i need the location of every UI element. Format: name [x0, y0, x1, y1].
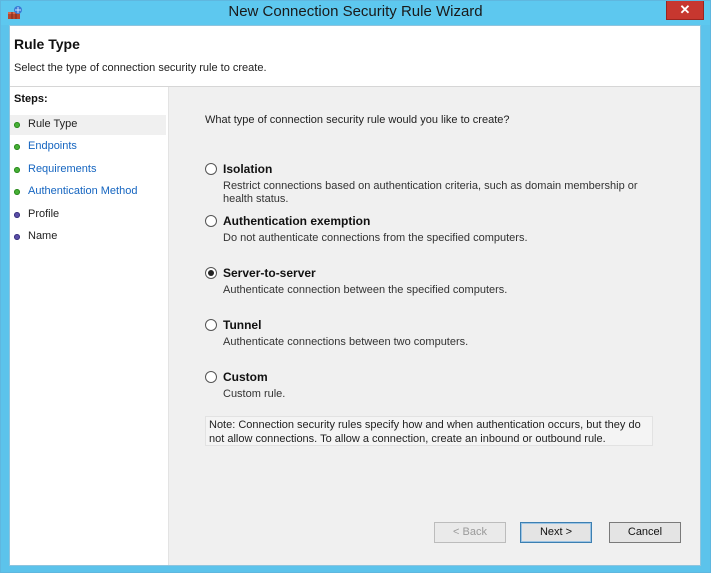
step-label[interactable]: Endpoints [28, 140, 77, 152]
back-button[interactable]: < Back [434, 522, 506, 543]
step-label: Name [28, 230, 58, 242]
step-complete-icon [14, 189, 20, 195]
step-pending-icon [14, 212, 20, 218]
radio-server-to-server[interactable] [205, 267, 217, 279]
page-header: Rule Type Select the type of connection … [10, 26, 700, 87]
close-icon: ✕ [679, 2, 691, 17]
step-profile: Profile [10, 205, 166, 225]
option-description: Restrict connections based on authentica… [223, 180, 638, 205]
radio-isolation[interactable] [205, 163, 217, 175]
window-title: New Connection Security Rule Wizard [228, 3, 483, 20]
option-description: Authenticate connection between the spec… [223, 284, 508, 296]
step-label[interactable]: Authentication Method [28, 185, 137, 197]
step-complete-icon [14, 144, 20, 150]
option-title[interactable]: Custom [223, 370, 268, 384]
step-pending-icon [14, 234, 20, 240]
step-requirements[interactable]: Requirements [10, 160, 166, 180]
note-text: Note: Connection security rules specify … [205, 416, 653, 446]
option-title[interactable]: Server-to-server [223, 266, 316, 280]
step-endpoints[interactable]: Endpoints [10, 137, 166, 157]
step-name: Name [10, 227, 166, 247]
wizard-window: New Connection Security Rule Wizard ✕ Ru… [0, 0, 711, 573]
page-title: Rule Type [14, 36, 80, 52]
step-label: Profile [28, 208, 60, 220]
option-description: Do not authenticate connections from the… [223, 232, 528, 244]
steps-heading: Steps: [14, 93, 48, 105]
page-description: Select the type of connection security r… [14, 62, 267, 74]
close-button[interactable]: ✕ [666, 1, 704, 20]
rule-type-question: What type of connection security rule wo… [205, 114, 510, 126]
cancel-button[interactable]: Cancel [609, 522, 681, 543]
option-title[interactable]: Authentication exemption [223, 214, 370, 228]
wizard-body: Rule Type Select the type of connection … [9, 25, 701, 566]
steps-panel: Steps: Rule Type Endpoints Requirements … [10, 87, 169, 565]
step-complete-icon [14, 167, 20, 173]
step-label: Rule Type [28, 118, 78, 130]
option-description: Authenticate connections between two com… [223, 336, 469, 348]
step-complete-icon [14, 122, 20, 128]
step-label[interactable]: Requirements [28, 163, 96, 175]
option-title[interactable]: Tunnel [223, 318, 261, 332]
option-title[interactable]: Isolation [223, 162, 272, 176]
radio-authentication-exemption[interactable] [205, 215, 217, 227]
step-authentication-method[interactable]: Authentication Method [10, 182, 166, 202]
title-bar[interactable]: New Connection Security Rule Wizard ✕ [1, 1, 710, 25]
option-description: Custom rule. [223, 388, 286, 400]
radio-custom[interactable] [205, 371, 217, 383]
radio-tunnel[interactable] [205, 319, 217, 331]
next-button[interactable]: Next > [520, 522, 592, 543]
content-panel: What type of connection security rule wo… [169, 87, 700, 565]
step-rule-type[interactable]: Rule Type [10, 115, 166, 135]
